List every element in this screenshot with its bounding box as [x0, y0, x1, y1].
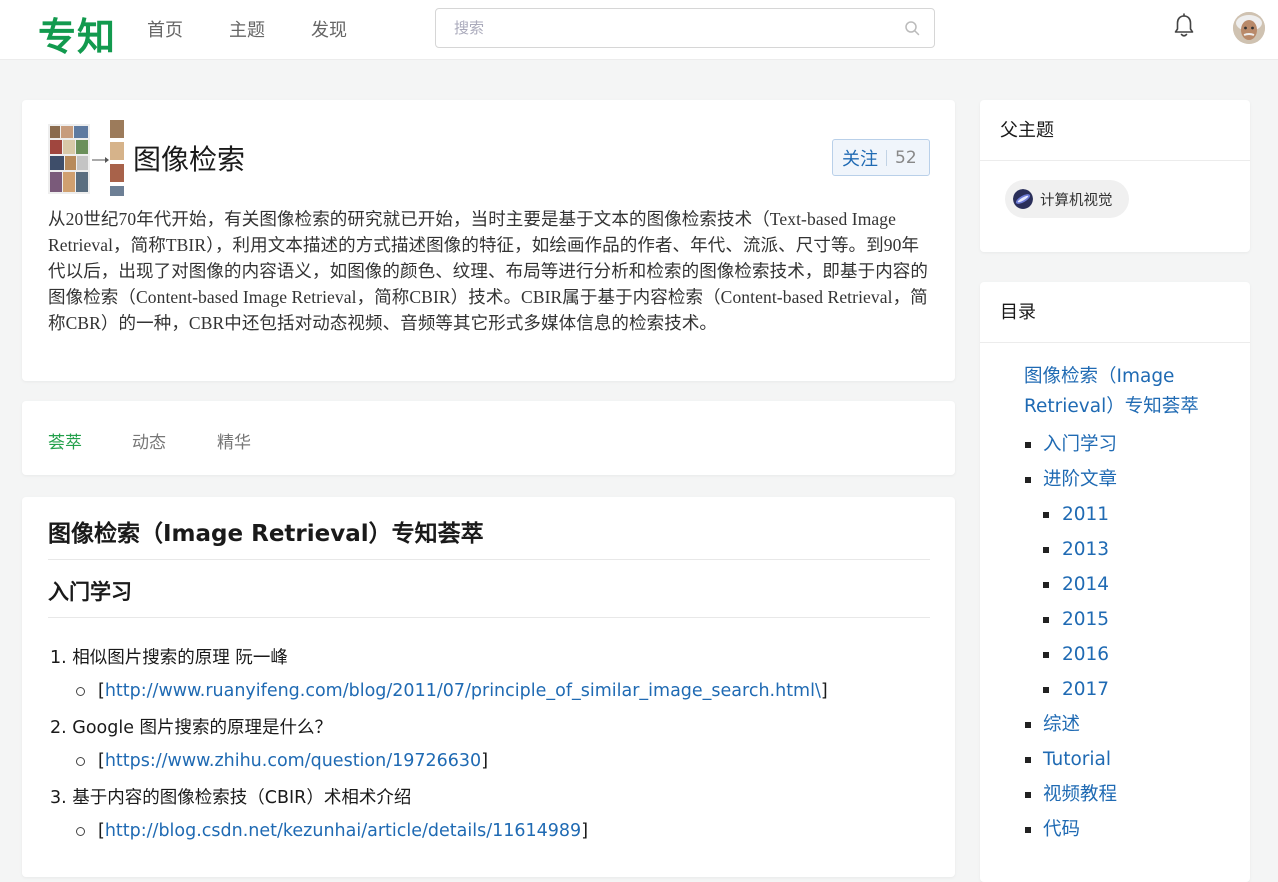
- circle-bullet-icon: [76, 827, 85, 836]
- toc-item-label: 2017: [1062, 679, 1110, 700]
- square-bullet-icon: [1043, 617, 1049, 623]
- top-bar: 专知 首页 主题 发现: [0, 0, 1278, 60]
- item-link-row: [http://blog.csdn.net/kezunhai/article/d…: [76, 818, 588, 844]
- square-bullet-icon: [1025, 442, 1031, 448]
- parent-topic-card: 父主题 计算机视觉: [980, 100, 1250, 252]
- item-link-row: [http://www.ruanyifeng.com/blog/2011/07/…: [76, 678, 828, 704]
- toc-item[interactable]: 2016: [980, 637, 1250, 672]
- square-bullet-icon: [1043, 652, 1049, 658]
- nav-home[interactable]: 首页: [147, 16, 183, 42]
- bell-icon[interactable]: [1172, 13, 1196, 39]
- article-title: 图像检索（Image Retrieval）专知荟萃: [48, 514, 930, 560]
- topic-thumbnail: [48, 120, 124, 196]
- item-link[interactable]: https://www.zhihu.com/question/19726630: [105, 751, 481, 771]
- toc-item-root[interactable]: 图像检索（Image Retrieval）专知荟萃: [1024, 362, 1224, 422]
- search-input[interactable]: [436, 9, 876, 47]
- list-item: 3. 基于内容的图像检索技（CBIR）术相术介绍 [http://blog.cs…: [50, 785, 930, 855]
- toc-heading: 目录: [980, 282, 1250, 343]
- toc-item-label: 代码: [1043, 819, 1081, 840]
- parent-topic-heading: 父主题: [980, 100, 1250, 161]
- item-link[interactable]: http://www.ruanyifeng.com/blog/2011/07/p…: [105, 681, 821, 701]
- resource-list: 1. 相似图片搜索的原理 阮一峰 [http://www.ruanyifeng.…: [50, 645, 930, 855]
- topic-title: 图像检索: [133, 143, 246, 176]
- toc-item[interactable]: 2015: [980, 602, 1250, 637]
- toc-item[interactable]: 入门学习: [980, 427, 1250, 462]
- tab-featured[interactable]: 精华: [217, 428, 251, 453]
- toc-item-label: 进阶文章: [1043, 469, 1118, 490]
- topic-icon: [1013, 189, 1033, 209]
- toc-item[interactable]: Tutorial: [980, 742, 1250, 777]
- circle-bullet-icon: [76, 687, 85, 696]
- section-heading: 入门学习: [48, 576, 930, 618]
- toc-item-label: 2016: [1062, 644, 1110, 665]
- toc-item[interactable]: 2014: [980, 567, 1250, 602]
- nav-topics[interactable]: 主题: [229, 16, 265, 42]
- square-bullet-icon: [1025, 757, 1031, 763]
- toc-item[interactable]: 代码: [980, 812, 1250, 847]
- follower-count: 52: [895, 147, 917, 168]
- toc-item[interactable]: 视频教程: [980, 777, 1250, 812]
- toc-item-label: Tutorial: [1043, 749, 1112, 770]
- list-item: 1. 相似图片搜索的原理 阮一峰 [http://www.ruanyifeng.…: [50, 645, 930, 715]
- site-logo[interactable]: 专知: [38, 6, 116, 61]
- square-bullet-icon: [1043, 512, 1049, 518]
- toc-item-label: 入门学习: [1043, 434, 1118, 455]
- toc-item-label: 2015: [1062, 609, 1110, 630]
- parent-topic-label: 计算机视觉: [1040, 192, 1113, 209]
- parent-topic-chip[interactable]: 计算机视觉: [1005, 180, 1129, 218]
- toc-item[interactable]: 综述: [980, 707, 1250, 742]
- topic-description: 从20世纪70年代开始，有关图像检索的研究就已开始，当时主要是基于文本的图像检索…: [48, 209, 928, 333]
- toc-item[interactable]: 2013: [980, 532, 1250, 567]
- toc-list: 图像检索（Image Retrieval）专知荟萃 入门学习进阶文章 2011 20…: [980, 362, 1250, 847]
- square-bullet-icon: [1043, 582, 1049, 588]
- follow-button[interactable]: 关注 52: [832, 139, 930, 176]
- square-bullet-icon: [1025, 792, 1031, 798]
- circle-bullet-icon: [76, 757, 85, 766]
- follow-label: 关注: [842, 148, 878, 170]
- item-number: 2.: [50, 718, 67, 738]
- list-item: 2. Google 图片搜索的原理是什么？ [https://www.zhihu…: [50, 715, 930, 785]
- toc-item[interactable]: 进阶文章: [980, 462, 1250, 497]
- toc-item[interactable]: 2017: [980, 672, 1250, 707]
- nav-discover[interactable]: 发现: [311, 16, 347, 42]
- item-link-row: [https://www.zhihu.com/question/19726630…: [76, 748, 488, 774]
- square-bullet-icon: [1043, 547, 1049, 553]
- item-link[interactable]: http://blog.csdn.net/kezunhai/article/de…: [105, 821, 581, 841]
- toc-item-label: 2014: [1062, 574, 1110, 595]
- item-title: 相似图片搜索的原理 阮一峰: [72, 648, 288, 668]
- table-of-contents: 目录 图像检索（Image Retrieval）专知荟萃 入门学习进阶文章 201…: [980, 282, 1250, 882]
- toc-item-label: 2013: [1062, 539, 1110, 560]
- user-avatar[interactable]: [1233, 12, 1265, 44]
- item-title: 基于内容的图像检索技（CBIR）术相术介绍: [72, 788, 412, 808]
- toc-item-label: 综述: [1043, 714, 1081, 735]
- item-number: 1.: [50, 648, 67, 668]
- square-bullet-icon: [1043, 687, 1049, 693]
- item-title: Google 图片搜索的原理是什么？: [72, 718, 333, 738]
- toc-item[interactable]: 2011: [980, 497, 1250, 532]
- tab-collection[interactable]: 荟萃: [48, 428, 82, 453]
- search-icon[interactable]: [904, 20, 920, 36]
- tab-bar: 荟萃 动态 精华: [22, 401, 955, 475]
- search-box: [435, 8, 935, 48]
- tab-activity[interactable]: 动态: [132, 428, 166, 453]
- avatar-icon: [1233, 12, 1265, 44]
- article-card: 图像检索（Image Retrieval）专知荟萃 入门学习 1. 相似图片搜索…: [22, 497, 955, 877]
- follow-divider: [886, 149, 887, 166]
- square-bullet-icon: [1025, 722, 1031, 728]
- item-number: 3.: [50, 788, 67, 808]
- toc-item-label: 视频教程: [1043, 784, 1118, 805]
- topic-header-card: 图像检索 关注 52 从20世纪70年代开始，有关图像检索的研究就已开始，当时主…: [22, 100, 955, 381]
- square-bullet-icon: [1025, 827, 1031, 833]
- main-nav: 首页 主题 发现: [147, 16, 393, 42]
- square-bullet-icon: [1025, 477, 1031, 483]
- toc-item-label: 2011: [1062, 504, 1110, 525]
